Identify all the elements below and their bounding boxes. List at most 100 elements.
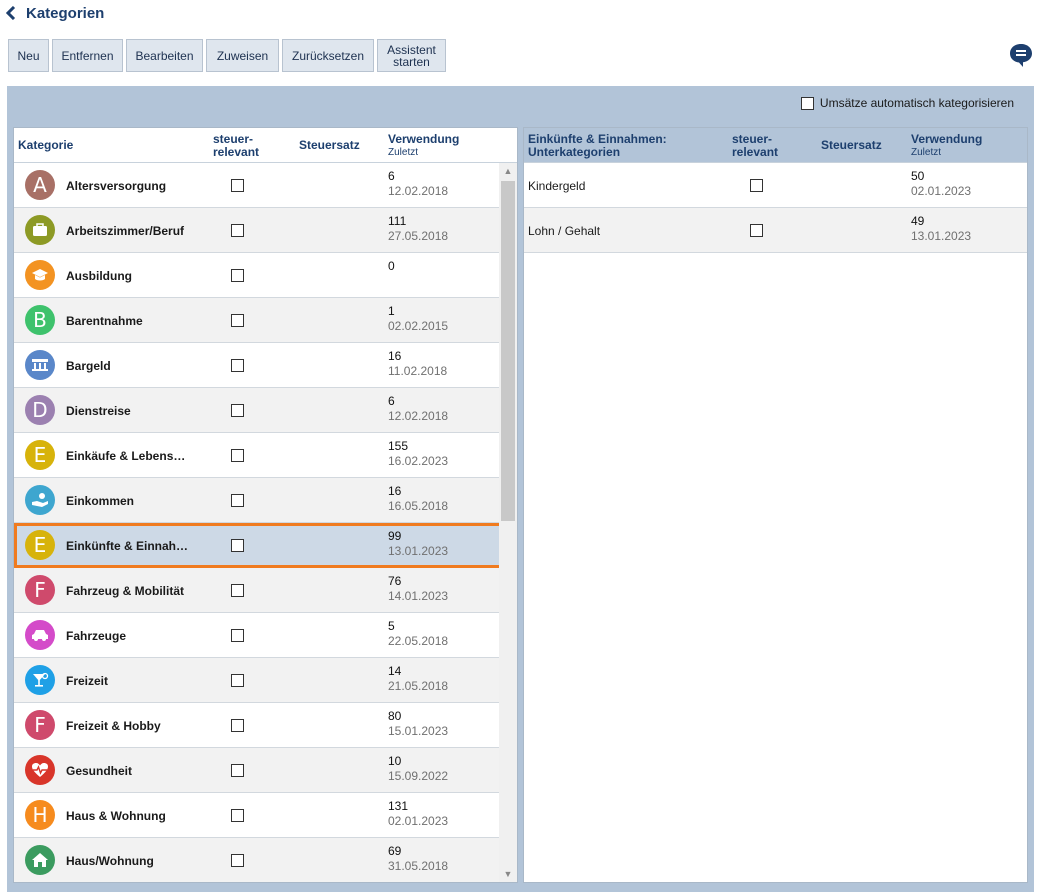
category-name: Freizeit & Hobby xyxy=(66,718,161,733)
tax-relevant-checkbox[interactable] xyxy=(231,494,244,507)
category-row[interactable]: F Fahrzeug & Mobilität 76 14.01.2023 xyxy=(14,568,517,613)
column-header-tax-relevant-line2: relevant xyxy=(213,144,260,159)
category-row[interactable]: F Freizeit & Hobby 80 15.01.2023 xyxy=(14,703,517,748)
usage-date: 22.05.2018 xyxy=(388,634,449,648)
category-row[interactable]: Gesundheit 10 15.09.2022 xyxy=(14,748,517,793)
category-name: Ausbildung xyxy=(66,268,132,283)
usage-count: 14 xyxy=(388,664,402,678)
category-row[interactable]: Ausbildung 0 xyxy=(14,253,517,298)
letter-e-icon: E xyxy=(25,440,55,470)
category-row[interactable]: Einkommen 16 16.05.2018 xyxy=(14,478,517,523)
subcategory-row[interactable]: Lohn / Gehalt 49 13.01.2023 xyxy=(524,208,1027,253)
usage-date: 15.09.2022 xyxy=(388,769,449,783)
column-header-tax-rate[interactable]: Steuersatz xyxy=(299,128,360,163)
auto-categorize-label: Umsätze automatisch kategorisieren xyxy=(819,96,1014,110)
column-header-subcategory-line2: Unterkategorien xyxy=(528,144,621,159)
usage-count: 6 xyxy=(388,169,395,183)
chevron-left-icon[interactable] xyxy=(6,5,18,21)
letter-b-icon: B xyxy=(25,305,55,335)
usage-count: 0 xyxy=(388,259,395,273)
category-name: Freizeit xyxy=(66,673,109,688)
tax-relevant-checkbox[interactable] xyxy=(231,674,244,687)
category-row[interactable]: H Haus & Wohnung 131 02.01.2023 xyxy=(14,793,517,838)
column-header-usage[interactable]: Verwendung Zuletzt xyxy=(388,128,459,163)
category-name: Altersversorgung xyxy=(66,178,167,193)
subcategory-row[interactable]: Kindergeld 50 02.01.2023 xyxy=(524,163,1027,208)
tax-relevant-checkbox[interactable] xyxy=(231,314,244,327)
column-header-usage[interactable]: Verwendung Zuletzt xyxy=(911,128,982,163)
tax-relevant-checkbox[interactable] xyxy=(750,224,763,237)
tax-relevant-checkbox[interactable] xyxy=(231,629,244,642)
category-row[interactable]: B Barentnahme 1 02.02.2015 xyxy=(14,298,517,343)
remove-button[interactable]: Entfernen xyxy=(52,39,123,72)
column-header-tax-relevant-line1: steuer- xyxy=(732,131,773,146)
usage-date: 12.02.2018 xyxy=(388,184,449,198)
tax-relevant-checkbox[interactable] xyxy=(231,539,244,552)
scroll-up-arrow-icon[interactable]: ▲ xyxy=(499,163,517,179)
assistant-start-line1: Assistent xyxy=(387,42,436,57)
edit-button[interactable]: Bearbeiten xyxy=(126,39,203,72)
category-name: Barentnahme xyxy=(66,313,143,328)
tax-relevant-checkbox[interactable] xyxy=(231,854,244,867)
usage-count: 16 xyxy=(388,349,402,363)
heart-pulse-icon xyxy=(25,755,55,785)
tax-relevant-checkbox[interactable] xyxy=(231,269,244,282)
category-row[interactable]: A Altersversorgung 6 12.02.2018 xyxy=(14,163,517,208)
tax-relevant-checkbox[interactable] xyxy=(231,719,244,732)
usage-date: 15.01.2023 xyxy=(388,724,449,738)
usage-date: 14.01.2023 xyxy=(388,589,449,603)
usage-cell: 69 31.05.2018 xyxy=(388,844,448,874)
tax-relevant-checkbox[interactable] xyxy=(231,179,244,192)
scroll-thumb[interactable] xyxy=(501,181,515,521)
subcategory-name: Kindergeld xyxy=(528,178,586,193)
usage-cell: 5 22.05.2018 xyxy=(388,619,448,649)
column-header-tax-relevant[interactable]: steuer- relevant xyxy=(732,128,778,163)
category-name: Einkünfte & Einnah… xyxy=(66,538,189,553)
assistant-start-button[interactable]: Assistent starten xyxy=(377,39,446,72)
category-scrollbar[interactable]: ▲ ▼ xyxy=(499,163,517,882)
scroll-down-arrow-icon[interactable]: ▼ xyxy=(499,866,517,882)
categories-panel: Umsätze automatisch kategorisieren Kateg… xyxy=(7,86,1034,892)
usage-date: 31.05.2018 xyxy=(388,859,449,873)
cocktail-icon xyxy=(25,665,55,695)
usage-cell: 1 02.02.2015 xyxy=(388,304,448,334)
tax-relevant-checkbox[interactable] xyxy=(750,179,763,192)
tax-relevant-checkbox[interactable] xyxy=(231,809,244,822)
tax-relevant-checkbox[interactable] xyxy=(231,359,244,372)
category-name: Fahrzeuge xyxy=(66,628,127,643)
usage-cell: 80 15.01.2023 xyxy=(388,709,448,739)
column-header-subcategory[interactable]: Einkünfte & Einnahmen: Unterkategorien xyxy=(528,128,667,163)
category-row[interactable]: Freizeit 14 21.05.2018 xyxy=(14,658,517,703)
tax-relevant-checkbox[interactable] xyxy=(231,404,244,417)
column-header-tax-relevant[interactable]: steuer- relevant xyxy=(213,128,259,163)
category-row[interactable]: Fahrzeuge 5 22.05.2018 xyxy=(14,613,517,658)
column-header-category[interactable]: Kategorie xyxy=(18,128,73,163)
category-row[interactable]: Bargeld 16 11.02.2018 xyxy=(14,343,517,388)
usage-count: 155 xyxy=(388,439,409,453)
usage-date: 02.01.2023 xyxy=(911,184,972,198)
assign-button[interactable]: Zuweisen xyxy=(206,39,279,72)
column-header-tax-rate[interactable]: Steuersatz xyxy=(821,128,882,163)
category-row[interactable]: D Dienstreise 6 12.02.2018 xyxy=(14,388,517,433)
auto-categorize-option[interactable]: Umsätze automatisch kategorisieren xyxy=(800,96,1014,110)
category-row[interactable]: E Einkäufe & Lebens… 155 16.02.2023 xyxy=(14,433,517,478)
tax-relevant-checkbox[interactable] xyxy=(231,764,244,777)
category-name: Einkäufe & Lebens… xyxy=(66,448,186,463)
new-button[interactable]: Neu xyxy=(8,39,49,72)
category-row[interactable]: Haus/Wohnung 69 31.05.2018 xyxy=(14,838,517,882)
title-bar: Kategorien xyxy=(6,2,104,24)
tax-relevant-checkbox[interactable] xyxy=(231,224,244,237)
category-row[interactable]: E Einkünfte & Einnah… 99 13.01.2023 xyxy=(14,523,517,568)
toolbar: Neu Entfernen Bearbeiten Zuweisen Zurück… xyxy=(8,39,446,72)
briefcase-icon xyxy=(25,215,55,245)
tax-relevant-checkbox[interactable] xyxy=(231,584,244,597)
auto-categorize-checkbox[interactable] xyxy=(800,96,814,110)
category-name: Haus/Wohnung xyxy=(66,853,154,868)
chat-bubble-icon[interactable] xyxy=(1008,42,1034,68)
category-row[interactable]: Arbeitszimmer/Beruf 111 27.05.2018 xyxy=(14,208,517,253)
usage-date: 13.01.2023 xyxy=(388,544,449,558)
category-name: Haus & Wohnung xyxy=(66,808,166,823)
reset-button[interactable]: Zurücksetzen xyxy=(282,39,374,72)
subcategory-rows: Kindergeld 50 02.01.2023 Lohn / Gehalt 49 13.… xyxy=(524,163,1027,882)
tax-relevant-checkbox[interactable] xyxy=(231,449,244,462)
